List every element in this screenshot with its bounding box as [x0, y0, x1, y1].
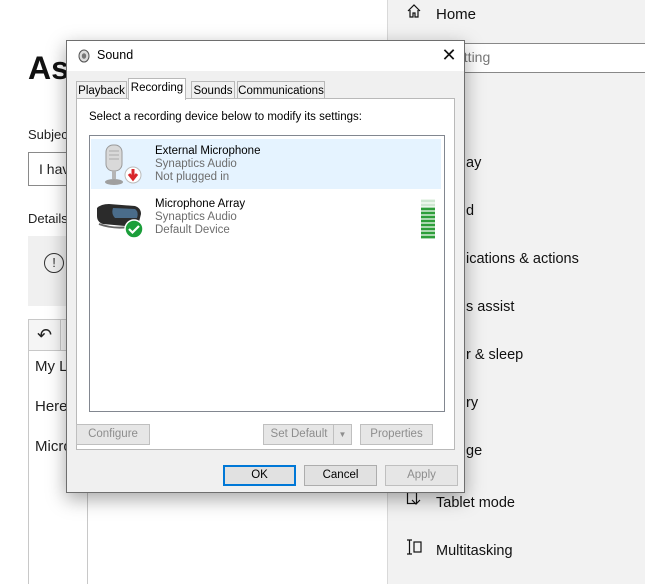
subject-label: Subjec: [28, 127, 68, 142]
settings-item-tablet-mode[interactable]: Tablet mode: [406, 491, 515, 511]
recording-device-list[interactable]: External Microphone Synaptics Audio Not …: [89, 135, 445, 412]
device-name: Microphone Array: [155, 198, 246, 210]
settings-item-notifications[interactable]: ications & actions: [466, 251, 579, 267]
settings-item-label: ications & actions: [466, 251, 579, 267]
level-meter-bar: [421, 207, 435, 211]
editor-line: Here: [35, 398, 68, 415]
ok-label: OK: [251, 469, 268, 481]
tab-sounds[interactable]: Sounds: [191, 81, 235, 99]
settings-item-focus-assist[interactable]: s assist: [466, 299, 514, 315]
set-default-label: Set Default: [270, 428, 328, 440]
properties-label: Properties: [370, 428, 423, 440]
level-meter-bar: [421, 199, 435, 203]
level-meter-bar: [421, 211, 435, 215]
ok-button[interactable]: OK: [223, 465, 296, 486]
close-button[interactable]: ✕: [434, 41, 464, 71]
configure-label: Configure: [88, 428, 138, 440]
editor-line: My L: [35, 358, 68, 375]
tab-playback[interactable]: Playback: [76, 81, 127, 99]
level-meter-bar: [421, 219, 435, 223]
level-meter-bar: [421, 223, 435, 227]
home-label: Home: [436, 6, 477, 23]
level-meter-bar: [421, 227, 435, 231]
apply-label: Apply: [407, 469, 436, 481]
device-driver: Synaptics Audio: [155, 158, 237, 170]
page-heading: As: [28, 50, 69, 86]
instruction-text: Select a recording device below to modif…: [89, 111, 362, 123]
cancel-button[interactable]: Cancel: [304, 465, 377, 486]
device-status: Not plugged in: [155, 171, 230, 183]
close-icon: ✕: [441, 45, 457, 65]
details-label: Details: [28, 211, 68, 226]
settings-item-label: ry: [466, 395, 479, 411]
tab-communications[interactable]: Communications: [237, 81, 325, 99]
set-default-button[interactable]: Set Default ▼: [263, 424, 352, 445]
settings-item-label: Multitasking: [436, 543, 513, 559]
undo-icon[interactable]: ↶: [29, 320, 61, 350]
device-item-external-microphone[interactable]: External Microphone Synaptics Audio Not …: [91, 139, 441, 189]
level-meter-bar: [421, 235, 435, 239]
info-icon: !: [44, 253, 64, 273]
cancel-label: Cancel: [322, 469, 359, 481]
tablet-mode-icon: [406, 491, 428, 511]
settings-item-multitasking[interactable]: Multitasking: [406, 539, 513, 559]
settings-item-label: ge: [466, 443, 483, 459]
speaker-icon: [77, 49, 91, 63]
level-meter-bar: [421, 215, 435, 219]
default-check-icon: [124, 219, 144, 239]
unplugged-arrow-icon: [124, 166, 142, 184]
recording-tab-panel: Select a recording device below to modif…: [76, 98, 455, 450]
properties-button[interactable]: Properties: [360, 424, 433, 445]
level-meter: [421, 199, 435, 239]
level-meter-bar: [421, 203, 435, 207]
settings-item-power-sleep[interactable]: r & sleep: [466, 347, 523, 363]
tab-recording[interactable]: Recording: [128, 78, 186, 100]
settings-item-label: ay: [466, 155, 482, 171]
settings-item-label: d: [466, 203, 475, 219]
level-meter-bar: [421, 231, 435, 235]
chevron-down-icon[interactable]: ▼: [333, 425, 351, 444]
multitasking-icon: [406, 539, 428, 559]
dialog-title: Sound: [97, 48, 134, 62]
device-name: External Microphone: [155, 145, 261, 157]
settings-item-label: r & sleep: [466, 347, 524, 363]
settings-item-label: s assist: [466, 299, 515, 315]
settings-home-item[interactable]: Home: [406, 3, 476, 23]
configure-button[interactable]: Configure: [76, 424, 150, 445]
settings-item-display[interactable]: ay: [466, 155, 481, 171]
settings-item-battery[interactable]: ry: [466, 395, 478, 411]
apply-button[interactable]: Apply: [385, 465, 458, 486]
settings-item-sound[interactable]: d: [466, 203, 474, 219]
device-driver: Synaptics Audio: [155, 211, 237, 223]
device-item-microphone-array[interactable]: Microphone Array Synaptics Audio Default…: [91, 192, 441, 242]
settings-item-storage[interactable]: ge: [466, 443, 482, 459]
sound-dialog: Sound ✕ Playback Recording Sounds Commun…: [66, 40, 465, 493]
home-icon: [406, 3, 426, 23]
device-status: Default Device: [155, 224, 230, 236]
settings-item-label: Tablet mode: [436, 495, 515, 511]
dialog-titlebar[interactable]: Sound ✕: [67, 41, 464, 71]
